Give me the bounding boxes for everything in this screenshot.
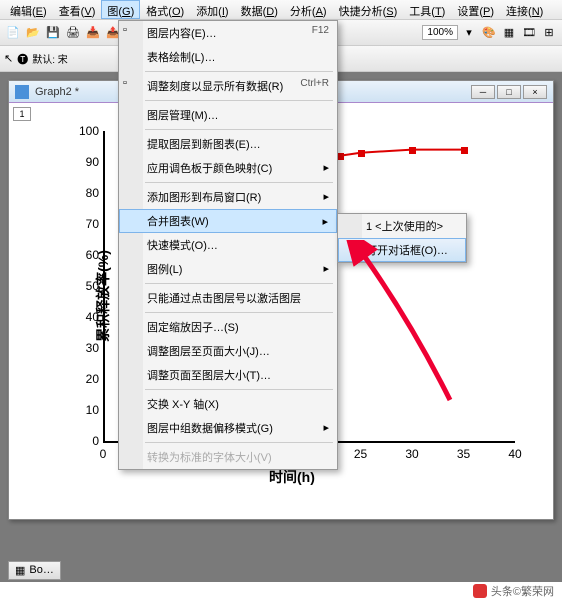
menu-item[interactable]: 合并图表(W)▸ (119, 209, 337, 233)
menu-item[interactable]: 快捷分析(S) (333, 0, 404, 19)
layer-icon: ▫ (123, 24, 137, 38)
menu-item[interactable]: 应用调色板于颜色映射(C)▸ (119, 156, 337, 180)
menu-item[interactable]: 调整页面至图层大小(T)… (119, 363, 337, 387)
minimize-button[interactable]: ─ (471, 85, 495, 99)
layer-tab[interactable]: 1 (13, 107, 31, 121)
footer-logo-icon (473, 584, 487, 598)
data-point (409, 147, 416, 154)
pointer-icon[interactable]: ↖ (4, 52, 13, 65)
footer-text: 头条©繁荣网 (491, 583, 554, 599)
font-label: 默认: 宋 (32, 51, 68, 66)
menu-item[interactable]: 查看(V) (53, 0, 102, 19)
menu-item[interactable]: 转换为标准的字体大小(V) (119, 445, 337, 469)
footer: 头条©繁荣网 (0, 582, 562, 600)
film-icon[interactable]: 🎞 (520, 24, 538, 42)
menu-item[interactable]: 编辑(E) (4, 0, 53, 19)
menu-item[interactable]: 添加(I) (190, 0, 234, 19)
open-icon[interactable]: 📂 (24, 24, 42, 42)
close-button[interactable]: × (523, 85, 547, 99)
menu-item[interactable]: 图层管理(M)… (119, 103, 337, 127)
status-item[interactable]: ▦ Bo… (8, 561, 61, 580)
menu-item[interactable]: 图层中组数据偏移模式(G)▸ (119, 416, 337, 440)
menu-item[interactable]: 格式(O) (140, 0, 190, 19)
menu-item[interactable]: 图(G) (101, 0, 140, 19)
data-point (461, 147, 468, 154)
menu-item[interactable]: 交换 X-Y 轴(X) (119, 392, 337, 416)
menu-item[interactable]: 调整图层至页面大小(J)… (119, 339, 337, 363)
menu-item[interactable]: 设置(P) (451, 0, 500, 19)
grid-icon[interactable]: ⊞ (540, 24, 558, 42)
menu-item[interactable]: 快速模式(O)… (119, 233, 337, 257)
status-bar: ▦ Bo… (8, 560, 61, 580)
rescale-icon: ▫ (123, 77, 137, 91)
data-point (358, 150, 365, 157)
menubar: 编辑(E)查看(V)图(G)格式(O)添加(I)数据(D)分析(A)快捷分析(S… (0, 0, 562, 20)
palette-icon[interactable]: 🎨 (480, 24, 498, 42)
menu-item[interactable]: 数据(D) (235, 0, 284, 19)
text-tool-icon[interactable]: 🅣 (17, 51, 28, 67)
menu-item[interactable]: 图例(L)▸ (119, 257, 337, 281)
import-icon[interactable]: 📥 (84, 24, 102, 42)
zoom-dropdown-icon[interactable]: ▾ (460, 24, 478, 42)
table-icon[interactable]: ▦ (500, 24, 518, 42)
menu-item[interactable]: 提取图层到新图表(E)… (119, 132, 337, 156)
menu-item[interactable]: 连接(N) (500, 0, 549, 19)
menu-item[interactable]: 添加图形到布局窗口(R)▸ (119, 185, 337, 209)
menu-item[interactable]: 图层内容(E)…F12▫ (119, 21, 337, 45)
menu-item[interactable]: 调整刻度以显示所有数据(R)Ctrl+R▫ (119, 74, 337, 98)
book-icon: ▦ (15, 564, 25, 577)
merge-submenu: 1 <上次使用的>打开对话框(O)… (337, 213, 467, 263)
submenu-item[interactable]: 1 <上次使用的> (338, 214, 466, 238)
menu-item[interactable]: 只能通过点击图层号以激活图层 (119, 286, 337, 310)
menu-item[interactable]: 表格绘制(L)… (119, 45, 337, 69)
menu-item[interactable]: 工具(T) (403, 0, 451, 19)
zoom-field[interactable]: 100% (422, 25, 458, 40)
save-icon[interactable]: 💾 (44, 24, 62, 42)
maximize-button[interactable]: □ (497, 85, 521, 99)
submenu-item[interactable]: 打开对话框(O)… (338, 238, 466, 262)
graph-menu-dropdown: 图层内容(E)…F12▫表格绘制(L)… 调整刻度以显示所有数据(R)Ctrl+R… (118, 20, 338, 470)
print-icon[interactable]: 🖨 (64, 24, 82, 42)
menu-item[interactable]: 分析(A) (284, 0, 333, 19)
menu-item[interactable]: 固定缩放因子…(S) (119, 315, 337, 339)
graph-icon (15, 85, 29, 99)
new-icon[interactable]: 📄 (4, 24, 22, 42)
